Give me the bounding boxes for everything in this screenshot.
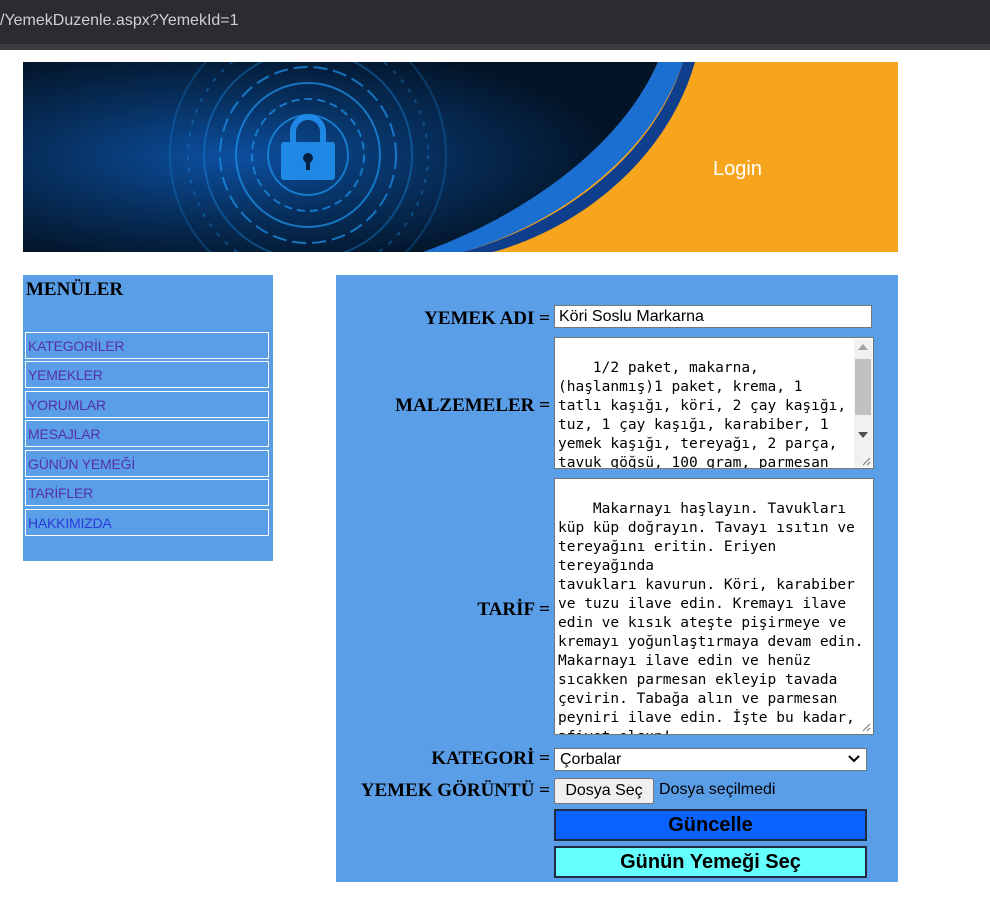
sidebar-link-yemekler[interactable]: YEMEKLER	[28, 367, 103, 383]
recipe-textarea[interactable]: Makarnayı haşlayın. Tavukları küp küp do…	[554, 478, 874, 735]
ingredients-scrollbar[interactable]	[854, 339, 872, 467]
login-link[interactable]: Login	[713, 158, 762, 181]
sidebar-link-gunun-yemegi[interactable]: GÜNÜN YEMEĞİ	[28, 456, 135, 472]
sidebar-item-kategoriler[interactable]: KATEGORİLER	[25, 332, 269, 359]
file-status-text: Dosya seçilmedi	[659, 781, 776, 798]
sidebar-item-tarifler[interactable]: TARİFLER	[25, 479, 269, 506]
sidebar-link-mesajlar[interactable]: MESAJLAR	[28, 426, 101, 442]
ingredients-text: 1/2 paket, makarna, (haşlanmış)1 paket, …	[558, 360, 855, 469]
recipe-text: Makarnayı haşlayın. Tavukları küp küp do…	[558, 501, 864, 734]
select-dish-of-day-button[interactable]: Günün Yemeği Seç	[554, 846, 867, 878]
scroll-down-icon[interactable]	[858, 432, 868, 438]
sidebar-link-tarifler[interactable]: TARİFLER	[28, 485, 93, 501]
security-lock-graphic	[23, 62, 695, 252]
category-label: KATEGORİ =	[431, 748, 550, 769]
category-select[interactable]: Çorbalar	[554, 748, 867, 771]
scroll-thumb[interactable]	[855, 359, 871, 415]
sidebar-item-gunun-yemegi[interactable]: GÜNÜN YEMEĞİ	[25, 450, 269, 477]
sidebar-item-yemekler[interactable]: YEMEKLER	[25, 361, 269, 388]
choose-file-button[interactable]: Dosya Seç	[554, 778, 654, 804]
browser-address-bar[interactable]: /YemekDuzenle.aspx?YemekId=1	[0, 0, 990, 44]
resize-grip-icon[interactable]	[862, 723, 871, 732]
sidebar-link-kategoriler[interactable]: KATEGORİLER	[28, 338, 125, 354]
sidebar-item-yorumlar[interactable]: YORUMLAR	[25, 391, 269, 418]
recipe-label: TARİF =	[477, 599, 550, 620]
toolbar-divider	[0, 44, 990, 50]
edit-food-form: YEMEK ADI = Köri Soslu Markarna MALZEMEL…	[336, 275, 898, 882]
food-name-input[interactable]: Köri Soslu Markarna	[554, 305, 872, 328]
sidebar-title: MENÜLER	[26, 279, 124, 300]
header-banner: Login	[23, 62, 898, 252]
food-image-label: YEMEK GÖRÜNTÜ =	[360, 780, 550, 801]
sidebar-item-mesajlar[interactable]: MESAJLAR	[25, 420, 269, 447]
food-name-label: YEMEK ADI =	[424, 308, 550, 329]
ingredients-label: MALZEMELER =	[395, 395, 550, 416]
resize-grip-icon[interactable]	[862, 457, 871, 466]
ingredients-textarea[interactable]: 1/2 paket, makarna, (haşlanmış)1 paket, …	[554, 337, 874, 469]
chevron-down-icon	[848, 755, 860, 763]
scroll-up-icon[interactable]	[858, 344, 868, 350]
category-selected: Çorbalar	[560, 751, 622, 768]
sidebar-item-hakkimizda[interactable]: HAKKIMIZDA	[25, 509, 269, 536]
update-button[interactable]: Güncelle	[554, 809, 867, 841]
sidebar-menu: MENÜLER KATEGORİLER YEMEKLER YORUMLAR ME…	[23, 275, 273, 561]
url-text[interactable]: /YemekDuzenle.aspx?YemekId=1	[0, 12, 239, 30]
sidebar-link-yorumlar[interactable]: YORUMLAR	[28, 397, 106, 413]
sidebar-link-hakkimizda[interactable]: HAKKIMIZDA	[28, 515, 112, 531]
